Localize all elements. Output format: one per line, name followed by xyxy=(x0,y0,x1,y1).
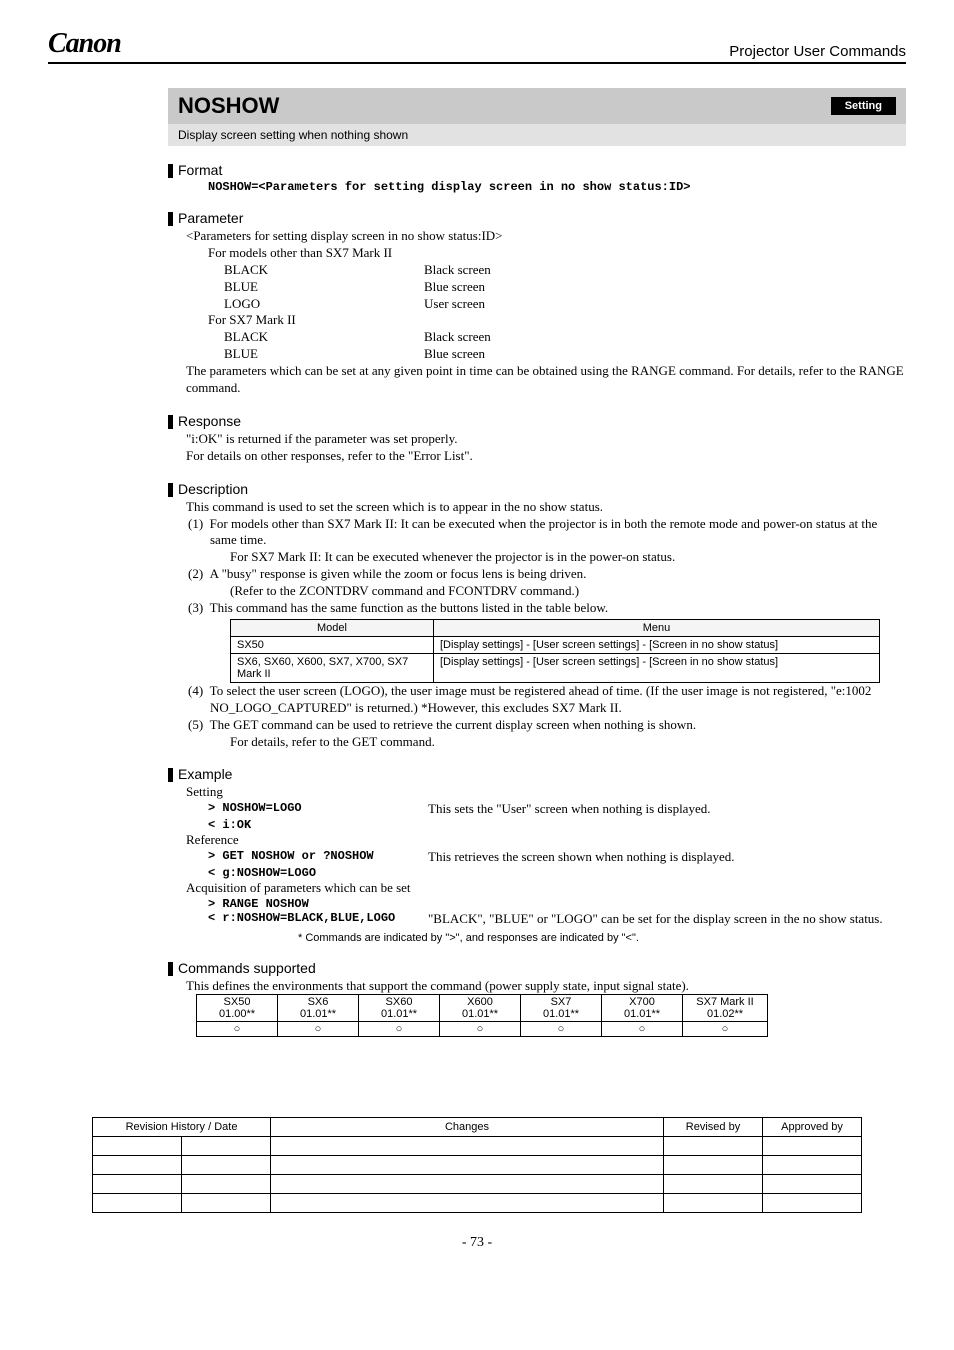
section-supported: Commands supported xyxy=(168,960,906,976)
cs-intro: This defines the environments that suppo… xyxy=(186,978,906,994)
command-bar: NOSHOW Setting xyxy=(168,88,906,124)
sup-h: X70001.01** xyxy=(602,994,683,1021)
desc-item: (4) To select the user screen (LOGO), th… xyxy=(188,683,906,717)
param-groupA-title: For models other than SX7 Mark II xyxy=(208,245,906,262)
sup-h: SX6001.01** xyxy=(359,994,440,1021)
tbl-cell: [Display settings] - [User screen settin… xyxy=(434,653,880,682)
desc-item: (5) The GET command can be used to retri… xyxy=(188,717,906,734)
desc-1a: For models other than SX7 Mark II: It ca… xyxy=(210,516,878,548)
sup-h: SX5001.00** xyxy=(197,994,278,1021)
desc-table: ModelMenu SX50[Display settings] - [User… xyxy=(230,619,880,683)
desc-5b: For details, refer to the GET command. xyxy=(230,734,906,751)
logo: Canon xyxy=(48,28,121,60)
ex-note: * Commands are indicated by ">", and res… xyxy=(298,932,906,944)
param-val: Black screen xyxy=(424,329,491,346)
sup-c: ○ xyxy=(521,1021,602,1036)
param-val: Blue screen xyxy=(424,279,485,296)
param-row: BLACKBlack screen xyxy=(224,262,906,279)
rev-h2: Changes xyxy=(271,1117,664,1136)
ex-exp: This retrieves the screen shown when not… xyxy=(428,849,735,866)
rev-h3: Revised by xyxy=(664,1117,763,1136)
sup-h: SX601.01** xyxy=(278,994,359,1021)
ex-resp: < g:NOSHOW=LOGO xyxy=(208,866,906,880)
section-parameter: Parameter xyxy=(168,210,906,226)
response-l1: "i:OK" is returned if the parameter was … xyxy=(186,431,906,448)
param-intro: <Parameters for setting display screen i… xyxy=(186,228,906,245)
page-number: - 73 - xyxy=(48,1235,906,1251)
ex-row: < r:NOSHOW=BLACK,BLUE,LOGO "BLACK", "BLU… xyxy=(208,911,906,928)
sup-h: SX7 Mark II01.02** xyxy=(683,994,768,1021)
desc-2b: (Refer to the ZCONTDRV command and FCONT… xyxy=(230,583,906,600)
ex-exp: This sets the "User" screen when nothing… xyxy=(428,801,710,818)
response-l2: For details on other responses, refer to… xyxy=(186,448,906,465)
desc-4: To select the user screen (LOGO), the us… xyxy=(210,683,872,715)
rev-h4: Approved by xyxy=(763,1117,862,1136)
param-val: Blue screen xyxy=(424,346,485,363)
param-val: User screen xyxy=(424,296,485,313)
desc-intro: This command is used to set the screen w… xyxy=(186,499,906,516)
tbl-cell: [Display settings] - [User screen settin… xyxy=(434,636,880,653)
desc-item: (2) A "busy" response is given while the… xyxy=(188,566,906,583)
param-key: BLUE xyxy=(224,279,424,296)
revision-table: Revision History / Date Changes Revised … xyxy=(92,1117,862,1213)
sup-c: ○ xyxy=(359,1021,440,1036)
tbl-h1: Model xyxy=(231,619,434,636)
rev-h1: Revision History / Date xyxy=(93,1117,271,1136)
ex-row: > GET NOSHOW or ?NOSHOW This retrieves t… xyxy=(208,849,906,866)
param-row: LOGOUser screen xyxy=(224,296,906,313)
header: Canon Projector User Commands xyxy=(48,28,906,64)
param-row: BLUEBlue screen xyxy=(224,279,906,296)
desc-3: This command has the same function as th… xyxy=(210,600,608,615)
param-note: The parameters which can be set at any g… xyxy=(186,363,906,397)
sup-h: X60001.01** xyxy=(440,994,521,1021)
header-right: Projector User Commands xyxy=(729,43,906,60)
param-groupB-title: For SX7 Mark II xyxy=(208,312,906,329)
desc-2a: A "busy" response is given while the zoo… xyxy=(210,566,587,581)
desc-item: (1) For models other than SX7 Mark II: I… xyxy=(188,516,906,550)
param-key: BLUE xyxy=(224,346,424,363)
setting-badge: Setting xyxy=(831,97,896,115)
sup-c: ○ xyxy=(602,1021,683,1036)
page: Canon Projector User Commands NOSHOW Set… xyxy=(0,0,954,1271)
command-desc: Display screen setting when nothing show… xyxy=(168,124,906,146)
desc-1b: For SX7 Mark II: It can be executed when… xyxy=(230,549,906,566)
tbl-cell: SX6, SX60, X600, SX7, X700, SX7 Mark II xyxy=(231,653,434,682)
ex-setting: Setting xyxy=(186,784,906,801)
param-key: BLACK xyxy=(224,262,424,279)
ex-resp: < i:OK xyxy=(208,818,906,832)
sup-c: ○ xyxy=(197,1021,278,1036)
ex-cmd: > GET NOSHOW or ?NOSHOW xyxy=(208,849,428,866)
ex-resp: < r:NOSHOW=BLACK,BLUE,LOGO xyxy=(208,911,428,928)
tbl-cell: SX50 xyxy=(231,636,434,653)
content: Format NOSHOW=<Parameters for setting di… xyxy=(168,162,906,1037)
sup-c: ○ xyxy=(278,1021,359,1036)
param-key: BLACK xyxy=(224,329,424,346)
ex-ref: Reference xyxy=(186,832,906,849)
ex-exp: "BLACK", "BLUE" or "LOGO" can be set for… xyxy=(428,911,883,928)
tbl-h2: Menu xyxy=(434,619,880,636)
support-table: SX5001.00** SX601.01** SX6001.01** X6000… xyxy=(196,994,768,1037)
param-row: BLACKBlack screen xyxy=(224,329,906,346)
ex-cmd: > RANGE NOSHOW xyxy=(208,897,906,911)
sup-h: SX701.01** xyxy=(521,994,602,1021)
sup-c: ○ xyxy=(683,1021,768,1036)
param-val: Black screen xyxy=(424,262,491,279)
desc-item: (3) This command has the same function a… xyxy=(188,600,906,617)
param-key: LOGO xyxy=(224,296,424,313)
ex-acq: Acquisition of parameters which can be s… xyxy=(186,880,906,897)
format-line: NOSHOW=<Parameters for setting display s… xyxy=(208,180,906,194)
ex-row: > NOSHOW=LOGO This sets the "User" scree… xyxy=(208,801,906,818)
section-description: Description xyxy=(168,481,906,497)
section-response: Response xyxy=(168,413,906,429)
command-name: NOSHOW xyxy=(178,93,279,119)
sup-c: ○ xyxy=(440,1021,521,1036)
desc-5a: The GET command can be used to retrieve … xyxy=(210,717,696,732)
section-example: Example xyxy=(168,766,906,782)
revision-table-wrap: Revision History / Date Changes Revised … xyxy=(92,1117,862,1213)
param-row: BLUEBlue screen xyxy=(224,346,906,363)
section-format: Format xyxy=(168,162,906,178)
ex-cmd: > NOSHOW=LOGO xyxy=(208,801,428,818)
